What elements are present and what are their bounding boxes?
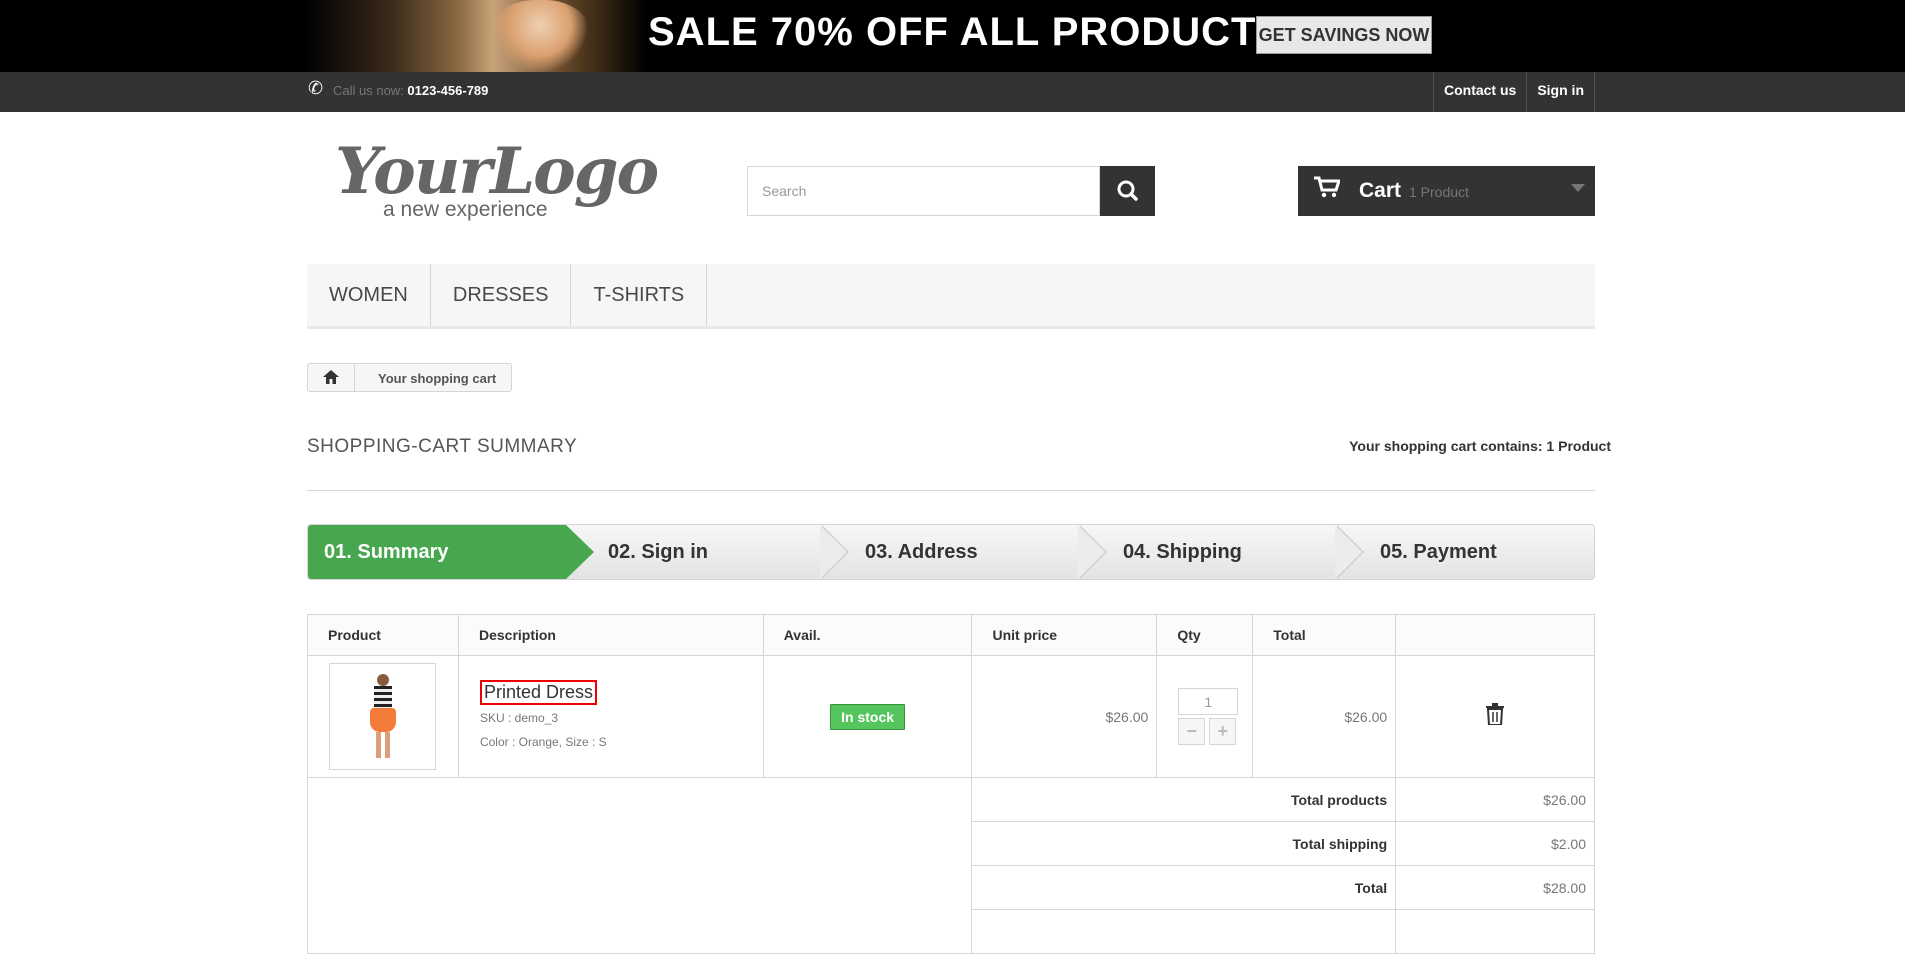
product-figure-skirt [370, 708, 396, 732]
chevron-down-icon [1571, 184, 1585, 192]
main-menu: WOMEN DRESSES T-SHIRTS [307, 264, 1595, 329]
menu-item-tshirts[interactable]: T-SHIRTS [571, 264, 708, 326]
step-arrow [1335, 525, 1362, 579]
sign-in-link[interactable]: Sign in [1526, 72, 1595, 112]
cart-count: 1 Product [1409, 184, 1469, 200]
step-shipping[interactable]: 04. Shipping [1107, 525, 1365, 579]
unit-price: $26.00 [971, 655, 1158, 778]
top-nav: Contact us Sign in [1432, 72, 1595, 112]
logo-tagline: a new experience [383, 198, 548, 221]
total-products-label: Total products [971, 777, 1397, 822]
call-us-text: Call us now: 0123-456-789 [333, 83, 488, 98]
description-cell: Printed Dress SKU : demo_3 Color : Orang… [457, 655, 764, 778]
total-shipping-label: Total shipping [971, 821, 1397, 866]
col-header-product: Product [307, 614, 459, 656]
col-header-actions [1395, 614, 1595, 656]
product-sku: SKU : demo_3 [479, 711, 559, 725]
col-header-qty: Qty [1156, 614, 1254, 656]
line-total: $26.00 [1252, 655, 1397, 778]
col-header-total: Total [1252, 614, 1397, 656]
step-arrow [1078, 525, 1105, 579]
cart-dropdown[interactable]: Cart 1 Product [1298, 166, 1595, 216]
step-arrow [820, 525, 847, 579]
get-savings-button[interactable]: GET SAVINGS NOW [1256, 16, 1432, 54]
contact-us-link[interactable]: Contact us [1432, 72, 1526, 112]
col-header-unit-price: Unit price [971, 614, 1158, 656]
menu-item-dresses[interactable]: DRESSES [431, 264, 572, 326]
search-icon [1117, 180, 1138, 201]
trash-icon[interactable] [1485, 702, 1505, 726]
summary-row-products: Total products $26.00 [306, 777, 1595, 954]
site-logo[interactable]: YourLogo a new experience [335, 134, 659, 230]
cart-table: Product Description Avail. Unit price Qt… [306, 614, 1595, 954]
promo-banner[interactable]: SALE 70% OFF ALL PRODUCTS GET SAVINGS NO… [0, 0, 1905, 72]
step-summary[interactable]: 01. Summary [308, 525, 566, 579]
product-name-link[interactable]: Printed Dress [479, 680, 598, 705]
table-row: Printed Dress SKU : demo_3 Color : Orang… [307, 655, 1595, 778]
table-header-row: Product Description Avail. Unit price Qt… [307, 614, 1595, 656]
phone-number: 0123-456-789 [407, 83, 489, 98]
product-figure-head [377, 674, 389, 686]
total-label: Total [971, 865, 1397, 910]
increase-qty-button[interactable]: + [1209, 718, 1237, 745]
col-header-description: Description [457, 614, 764, 656]
step-sign-in[interactable]: 02. Sign in [592, 525, 850, 579]
total-value: $28.00 [1395, 865, 1595, 910]
qty-cell: 1 − + [1156, 655, 1254, 778]
search-input[interactable] [747, 166, 1100, 216]
step-address[interactable]: 03. Address [849, 525, 1107, 579]
page-title: SHOPPING-CART SUMMARY [307, 436, 578, 457]
breadcrumb-current: Your shopping cart [378, 371, 497, 386]
step-arrow [566, 525, 594, 579]
summary-extra-cell [971, 909, 1397, 954]
phone-icon: ✆ [308, 78, 324, 98]
search-button[interactable] [1100, 166, 1155, 216]
home-icon[interactable] [308, 364, 355, 391]
total-shipping-value: $2.00 [1395, 821, 1595, 866]
checkout-steps: 01. Summary 02. Sign in 03. Address 04. … [307, 524, 1595, 580]
call-us-label: Call us now: [333, 83, 408, 98]
top-bar: ✆ Call us now: 0123-456-789 Contact us S… [0, 72, 1905, 112]
menu-item-women[interactable]: WOMEN [307, 264, 431, 326]
quantity-input[interactable]: 1 [1178, 688, 1239, 715]
breadcrumb: Your shopping cart [307, 363, 512, 392]
cart-label: Cart [1359, 179, 1402, 202]
col-header-avail: Avail. [762, 614, 973, 656]
summary-extra-value [1395, 909, 1595, 954]
quantity-stepper: − + [1178, 718, 1251, 745]
status-badge: In stock [830, 703, 906, 730]
cart-summary-count: Your shopping cart contains: 1 Product [1349, 438, 1611, 454]
availability-cell: In stock [762, 655, 973, 778]
product-figure-legs [376, 732, 390, 758]
banner-model-image [306, 0, 646, 72]
decrease-qty-button[interactable]: − [1178, 718, 1206, 745]
product-attributes: Color : Orange, Size : S [479, 735, 607, 749]
divider [307, 490, 1595, 491]
step-payment[interactable]: 05. Payment [1364, 525, 1594, 579]
product-figure-top [374, 686, 392, 708]
summary-spacer [306, 777, 973, 954]
total-products-value: $26.00 [1395, 777, 1595, 822]
banner-headline: SALE 70% OFF ALL PRODUCTS [648, 10, 1285, 54]
cart-icon [1314, 176, 1342, 205]
product-image[interactable] [329, 663, 436, 770]
product-image-cell [307, 655, 459, 778]
banner-model-face [490, 0, 590, 72]
delete-cell [1395, 655, 1595, 778]
